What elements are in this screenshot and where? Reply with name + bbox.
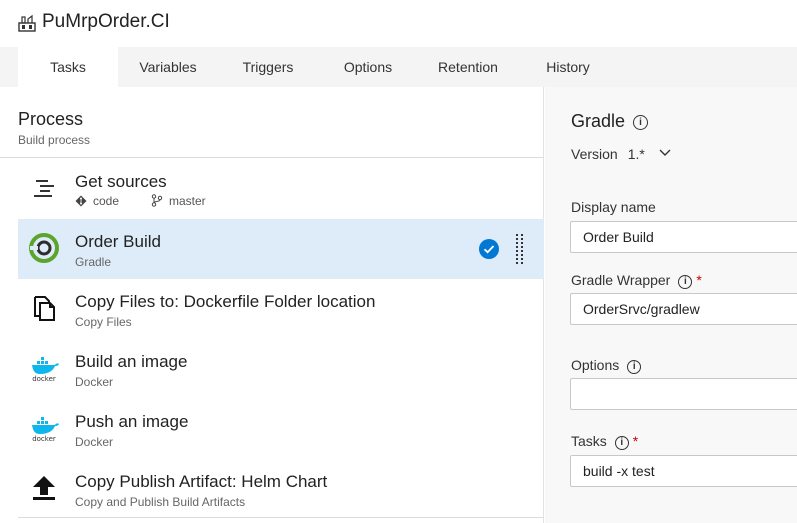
task-item-build-image[interactable]: docker Build an image Docker — [18, 339, 544, 399]
tab-triggers[interactable]: Triggers — [218, 47, 318, 87]
task-type: Docker — [75, 375, 114, 389]
title-bar: PuMrpOrder.CI — [0, 0, 797, 47]
options-field[interactable] — [570, 378, 797, 410]
get-sources-item[interactable]: Get sources code master — [18, 159, 544, 219]
gradle-wrapper-label: Gradle Wrapper i * — [571, 272, 702, 289]
tasks-field[interactable]: build -x test — [570, 455, 797, 487]
info-icon[interactable]: i — [627, 360, 642, 374]
process-header[interactable]: Process Build process — [0, 87, 544, 158]
drag-handle-icon[interactable] — [515, 233, 525, 265]
task-name: Push an image — [75, 412, 189, 431]
info-icon[interactable]: i — [614, 436, 629, 450]
get-sources-title: Get sources — [75, 172, 167, 191]
tab-bar: Tasks Variables Triggers Options Retenti… — [0, 47, 797, 87]
required-marker: * — [632, 433, 639, 449]
task-name: Build an image — [75, 352, 188, 371]
task-name: Order Build — [75, 232, 161, 251]
branch-icon — [151, 194, 163, 207]
chevron-down-icon[interactable] — [659, 144, 671, 160]
display-name-field[interactable]: Order Build — [570, 221, 797, 253]
tab-variables[interactable]: Variables — [118, 47, 218, 87]
task-type: Docker — [75, 435, 114, 449]
options-label-text: Options — [571, 357, 620, 373]
repo-info: code — [75, 194, 119, 208]
tasks-label-text: Tasks — [571, 433, 607, 449]
task-type: Copy and Publish Build Artifacts — [75, 495, 246, 509]
tab-retention[interactable]: Retention — [418, 47, 518, 87]
details-title-text: Gradle — [571, 111, 626, 131]
task-name: Copy Files to: Dockerfile Folder locatio… — [75, 292, 376, 311]
divider — [18, 517, 544, 518]
docker-icon-text: docker — [32, 435, 56, 443]
gradle-icon — [29, 233, 59, 263]
branch-info: master — [151, 194, 206, 208]
docker-icon-text: docker — [32, 375, 56, 383]
build-definition-icon — [18, 14, 36, 32]
tab-tasks[interactable]: Tasks — [18, 47, 118, 87]
details-title: Gradle i — [571, 111, 649, 132]
info-icon[interactable]: i — [633, 115, 649, 130]
process-pane: Process Build process Get sources code m — [0, 87, 544, 523]
gradle-wrapper-field[interactable]: OrderSrvc/gradlew — [570, 293, 797, 325]
upload-artifact-icon — [33, 476, 55, 500]
task-item-order-build[interactable]: Order Build Gradle — [18, 219, 544, 279]
branch-name: master — [169, 194, 206, 208]
task-details-pane: Gradle i Version 1.* Display name Order Bu… — [545, 87, 797, 523]
process-subtitle: Build process — [18, 133, 91, 147]
version-value: 1.* — [627, 146, 645, 162]
git-repo-icon — [75, 195, 87, 207]
version-selector[interactable]: Version 1.* — [571, 144, 671, 162]
tab-history[interactable]: History — [518, 47, 618, 87]
process-title: Process — [18, 109, 84, 129]
task-item-copy-files[interactable]: Copy Files to: Dockerfile Folder locatio… — [18, 279, 544, 339]
tasks-label: Tasks i * — [571, 433, 638, 450]
gradle-wrapper-label-text: Gradle Wrapper — [571, 272, 671, 288]
version-label: Version — [571, 146, 618, 162]
tab-options[interactable]: Options — [318, 47, 418, 87]
required-marker: * — [696, 272, 702, 288]
task-item-push-image[interactable]: docker Push an image Docker — [18, 399, 544, 459]
enabled-check-icon[interactable] — [479, 239, 499, 259]
task-type: Gradle — [75, 255, 112, 269]
docker-icon: docker — [32, 357, 59, 383]
repo-name: code — [93, 194, 120, 208]
display-name-label: Display name — [571, 199, 656, 215]
docker-icon: docker — [32, 417, 59, 443]
info-icon[interactable]: i — [678, 275, 693, 289]
page-title: PuMrpOrder.CI — [42, 11, 170, 32]
copy-files-icon — [34, 296, 55, 321]
get-sources-icon — [34, 180, 54, 197]
task-name: Copy Publish Artifact: Helm Chart — [75, 472, 328, 491]
task-type: Copy Files — [75, 315, 132, 329]
options-label: Options i — [571, 357, 642, 374]
task-item-publish-artifact[interactable]: Copy Publish Artifact: Helm Chart Copy a… — [18, 459, 544, 519]
